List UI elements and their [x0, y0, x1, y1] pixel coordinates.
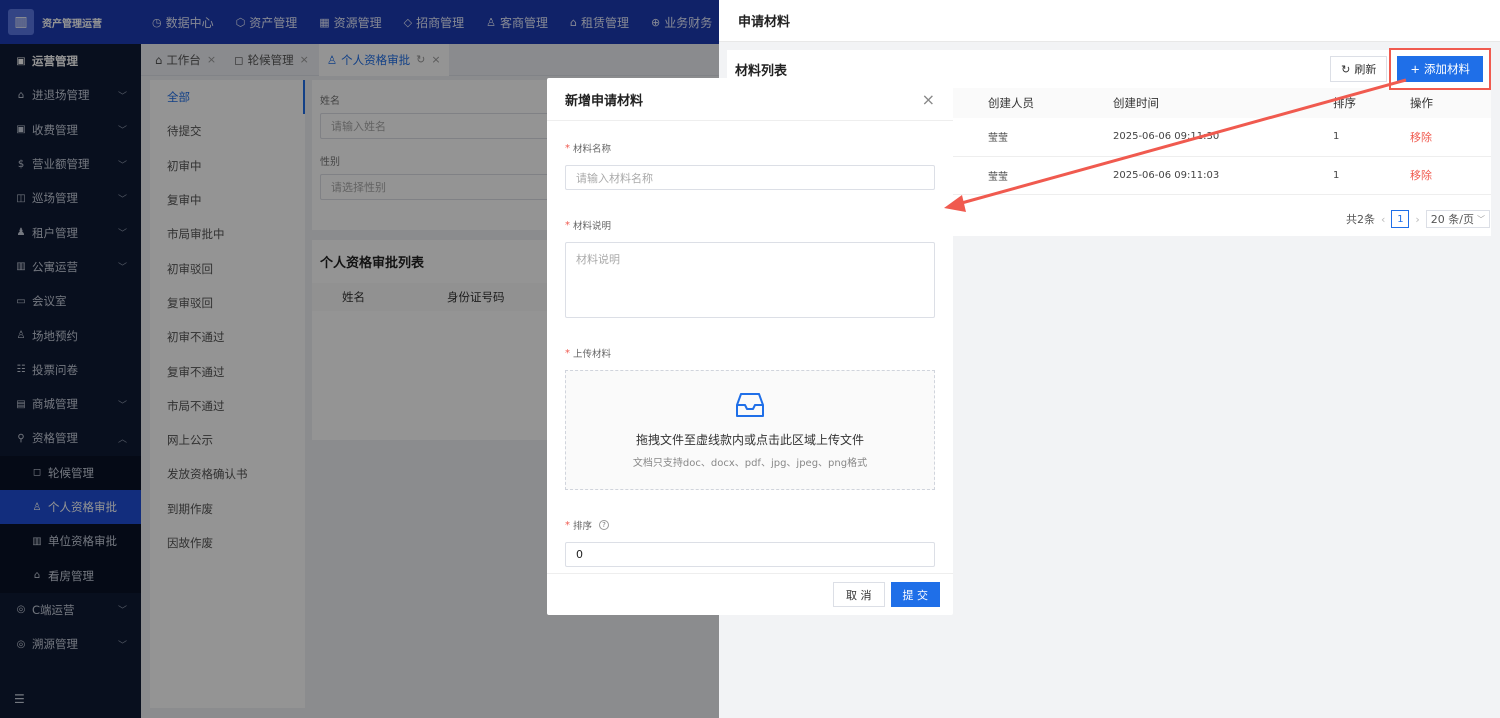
inbox-icon — [736, 393, 764, 417]
prev-page-icon[interactable]: ‹ — [1381, 213, 1385, 226]
refresh-icon: ↻ — [1341, 62, 1351, 76]
drawer-title: 申请材料 — [719, 0, 1500, 42]
material-desc-textarea[interactable]: 材料说明 — [565, 242, 935, 318]
material-name-input[interactable]: 请输入材料名称 — [565, 165, 935, 190]
upload-dropzone[interactable]: 拖拽文件至虚线款内或点击此区域上传文件 文档只支持doc、docx、pdf、jp… — [565, 370, 935, 490]
submit-button[interactable]: 提 交 — [890, 582, 940, 607]
table-cell: 2025-06-06 09:11:30 — [1105, 118, 1325, 157]
column-header: 创建人员 — [980, 88, 1105, 118]
add-material-label: 添加材料 — [1424, 62, 1470, 76]
table-cell: 1 — [1325, 118, 1402, 157]
refresh-label: 刷新 — [1354, 63, 1377, 76]
dialog-body: * 材料名称 请输入材料名称 * 材料说明 材料说明 * 上传材料 拖拽文件至虚线款内… — [547, 121, 953, 567]
dialog-header: 新增申请材料 × — [547, 78, 953, 121]
add-material-button[interactable]: + 添加材料 — [1389, 48, 1491, 90]
help-icon[interactable]: ? — [599, 520, 610, 530]
materials-actions: ↻ 刷新 + 添加材料 — [1330, 48, 1491, 90]
table-cell: 2025-06-06 09:11:03 — [1105, 156, 1325, 195]
field-label: 上传材料 — [573, 349, 612, 360]
remove-link[interactable]: 移除 — [1402, 118, 1491, 157]
field-label: 材料名称 — [573, 144, 612, 155]
table-cell: 1 — [1325, 156, 1402, 195]
page-size-select[interactable]: 20 条/页 ﹀ — [1425, 210, 1490, 228]
add-material-dialog: 新增申请材料 × * 材料名称 请输入材料名称 * 材料说明 材料说明 * 上传材料 … — [547, 78, 953, 615]
pagination: 共2条 ‹ 1 › 20 条/页 ﹀ — [1346, 210, 1490, 228]
material-name-label: * 材料名称 — [565, 141, 935, 156]
next-page-icon[interactable]: › — [1415, 213, 1419, 226]
dialog-title: 新增申请材料 — [565, 93, 644, 109]
required-mark: * — [565, 219, 570, 231]
column-header: 创建时间 — [1105, 88, 1325, 118]
material-desc-label: * 材料说明 — [565, 218, 935, 233]
upload-label: * 上传材料 — [565, 346, 935, 361]
cancel-button[interactable]: 取 消 — [833, 582, 885, 607]
chevron-down-icon: ﹀ — [1477, 214, 1485, 224]
upload-hint: 拖拽文件至虚线款内或点击此区域上传文件 — [635, 433, 864, 447]
column-header: 排序 — [1325, 88, 1402, 118]
column-header: 操作 — [1402, 88, 1491, 118]
field-label: 排序 — [573, 521, 593, 532]
required-mark: * — [565, 519, 570, 531]
order-label: * 排序? — [565, 518, 935, 532]
field-label: 材料说明 — [573, 221, 612, 232]
close-icon[interactable]: × — [922, 90, 935, 109]
page-size-value: 20 条/页 — [1430, 213, 1474, 226]
page-number[interactable]: 1 — [1391, 210, 1410, 228]
refresh-button[interactable]: ↻ 刷新 — [1330, 56, 1388, 82]
required-mark: * — [565, 347, 570, 359]
plus-icon: + — [1410, 62, 1420, 76]
materials-list-title: 材料列表 — [735, 63, 788, 79]
order-input[interactable]: 0 — [565, 542, 935, 567]
remove-link[interactable]: 移除 — [1402, 156, 1491, 195]
dialog-footer: 取 消 提 交 — [547, 573, 953, 615]
table-cell: 莹莹 — [980, 156, 1105, 195]
upload-format-hint: 文档只支持doc、docx、pdf、jpg、jpeg、png格式 — [632, 458, 868, 469]
required-mark: * — [565, 142, 570, 154]
total-count: 共2条 — [1345, 213, 1375, 226]
table-cell: 莹莹 — [980, 118, 1105, 157]
